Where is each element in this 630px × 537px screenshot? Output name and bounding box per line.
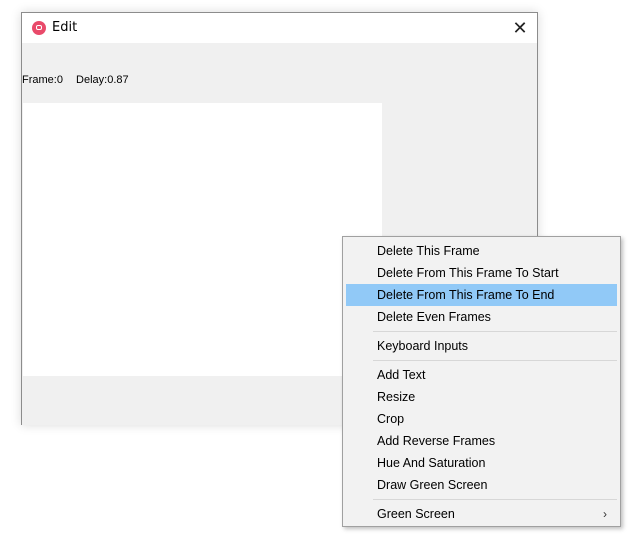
menu-item-green-screen[interactable]: Green Screen › [346, 503, 617, 525]
menu-item-delete-this-frame[interactable]: Delete This Frame [346, 240, 617, 262]
menu-item-add-reverse-frames[interactable]: Add Reverse Frames [346, 430, 617, 452]
title-bar[interactable]: Edit ✕ [22, 13, 537, 43]
menu-separator [373, 331, 617, 332]
context-menu: Delete This Frame Delete From This Frame… [342, 236, 621, 527]
chevron-right-icon: › [603, 507, 607, 521]
frame-label: Frame:0 [22, 74, 63, 86]
menu-item-delete-even-frames[interactable]: Delete Even Frames [346, 306, 617, 328]
menu-item-delete-to-start[interactable]: Delete From This Frame To Start [346, 262, 617, 284]
menu-item-keyboard-inputs[interactable]: Keyboard Inputs [346, 335, 617, 357]
window-title: Edit [52, 20, 78, 35]
delay-label: Delay:0.87 [76, 74, 129, 86]
menu-separator [373, 360, 617, 361]
menu-item-add-text[interactable]: Add Text [346, 364, 617, 386]
menu-separator [373, 499, 617, 500]
menu-item-label: Green Screen [377, 507, 455, 521]
menu-item-draw-green-screen[interactable]: Draw Green Screen [346, 474, 617, 496]
menu-item-resize[interactable]: Resize [346, 386, 617, 408]
menu-item-crop[interactable]: Crop [346, 408, 617, 430]
close-button[interactable]: ✕ [503, 13, 537, 43]
menu-item-delete-to-end[interactable]: Delete From This Frame To End [346, 284, 617, 306]
app-icon [32, 21, 46, 35]
frame-info: Frame:0 Delay:0.87 [22, 74, 129, 86]
frame-canvas[interactable] [23, 103, 382, 376]
menu-item-hue-saturation[interactable]: Hue And Saturation [346, 452, 617, 474]
